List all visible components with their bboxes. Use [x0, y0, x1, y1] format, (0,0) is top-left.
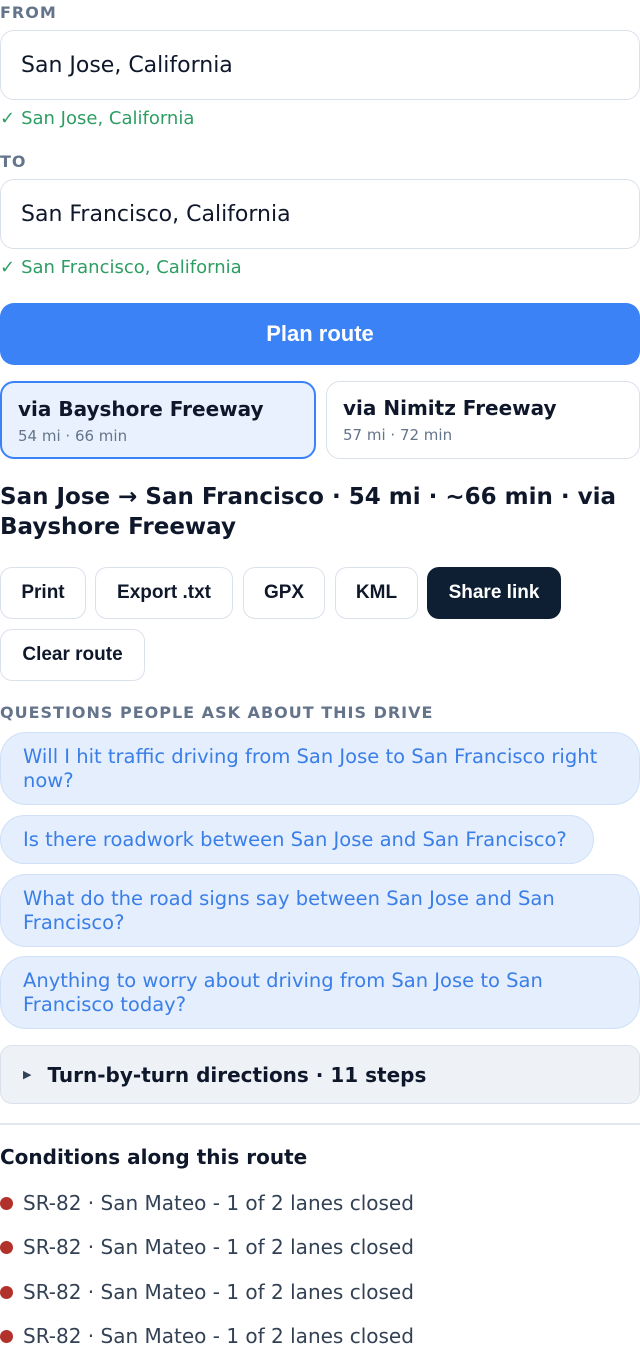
share-link-button[interactable]: Share link [427, 567, 561, 619]
gpx-button[interactable]: GPX [243, 567, 325, 619]
route-option-nimitz[interactable]: via Nimitz Freeway 57 mi · 72 min [326, 381, 640, 459]
from-confirmation: ✓ San Jose, California [0, 108, 194, 129]
to-field[interactable] [0, 179, 640, 249]
route-option-bayshore[interactable]: via Bayshore Freeway 54 mi · 66 min [0, 381, 316, 459]
condition-text: SR-82 · San Mateo - 1 of 2 lanes closed [23, 1235, 414, 1259]
kml-button[interactable]: KML [335, 567, 418, 619]
question-chip[interactable]: Will I hit traffic driving from San Jose… [0, 732, 640, 805]
turn-by-turn-toggle[interactable]: ▶ Turn-by-turn directions · 11 steps [0, 1045, 640, 1104]
divider [0, 1123, 640, 1125]
question-chip[interactable]: What do the road signs say between San J… [0, 874, 640, 947]
print-button[interactable]: Print [0, 567, 86, 619]
question-chip[interactable]: Anything to worry about driving from San… [0, 956, 640, 1029]
condition-text: SR-82 · San Mateo - 1 of 2 lanes closed [23, 1191, 414, 1215]
check-icon: ✓ [0, 108, 16, 129]
route-summary: San Jose → San Francisco · 54 mi · ~66 m… [0, 484, 617, 540]
questions-heading: QUESTIONS PEOPLE ASK ABOUT THIS DRIVE [0, 703, 434, 722]
condition-item: SR-82 · San Mateo - 1 of 2 lanes closed [0, 1324, 414, 1348]
route-name: via Nimitz Freeway [343, 396, 557, 420]
route-meta: 57 mi · 72 min [343, 426, 453, 444]
from-field[interactable] [0, 30, 640, 100]
from-input[interactable] [21, 52, 619, 78]
export-txt-button[interactable]: Export .txt [95, 567, 233, 619]
clear-route-button[interactable]: Clear route [0, 629, 145, 681]
condition-item: SR-82 · San Mateo - 1 of 2 lanes closed [0, 1280, 414, 1304]
question-chip[interactable]: Is there roadwork between San Jose and S… [0, 815, 594, 864]
check-icon: ✓ [0, 257, 16, 278]
to-confirmation: ✓ San Francisco, California [0, 257, 242, 278]
from-confirmed-text: San Jose, California [21, 108, 195, 129]
condition-item: SR-82 · San Mateo - 1 of 2 lanes closed [0, 1191, 414, 1215]
condition-text: SR-82 · San Mateo - 1 of 2 lanes closed [23, 1324, 414, 1348]
status-dot-icon [0, 1240, 13, 1254]
to-input[interactable] [21, 201, 619, 227]
status-dot-icon [0, 1196, 13, 1210]
conditions-title: Conditions along this route [0, 1145, 308, 1169]
route-meta: 54 mi · 66 min [18, 427, 128, 445]
status-dot-icon [0, 1285, 13, 1299]
condition-text: SR-82 · San Mateo - 1 of 2 lanes closed [23, 1280, 414, 1304]
status-dot-icon [0, 1329, 13, 1343]
turn-by-turn-label: Turn-by-turn directions · 11 steps [47, 1062, 427, 1087]
triangle-right-icon: ▶ [23, 1068, 32, 1081]
from-label: FROM [0, 3, 57, 22]
route-name: via Bayshore Freeway [18, 397, 264, 421]
to-confirmed-text: San Francisco, California [21, 257, 242, 278]
plan-route-button[interactable]: Plan route [0, 303, 640, 365]
to-label: TO [0, 152, 27, 171]
condition-item: SR-82 · San Mateo - 1 of 2 lanes closed [0, 1235, 414, 1259]
